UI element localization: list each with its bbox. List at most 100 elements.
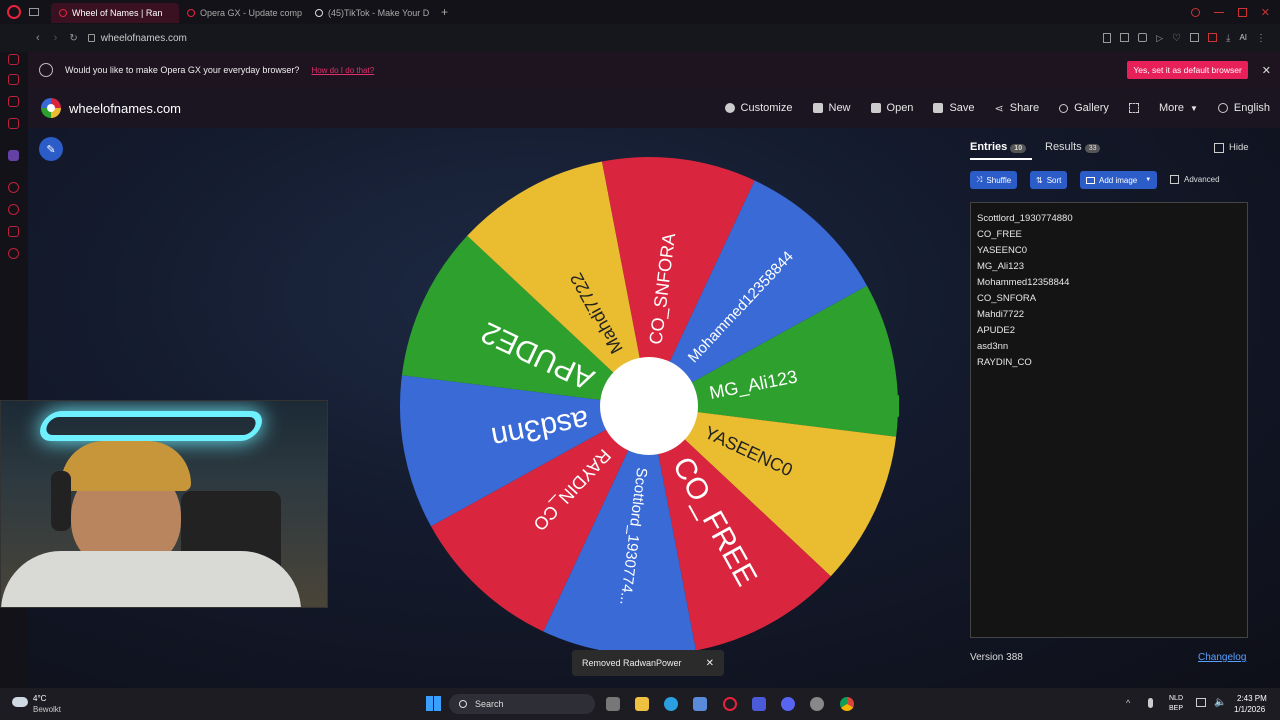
shield-icon[interactable] xyxy=(1138,32,1148,42)
forward-icon[interactable]: › xyxy=(54,32,58,44)
clock-date: 1/1/2026 xyxy=(1234,705,1266,714)
settings-icon[interactable] xyxy=(8,248,19,259)
search-tabs-icon[interactable] xyxy=(1190,7,1200,17)
snapshot-icon[interactable] xyxy=(1120,32,1130,42)
shuffle-icon: ⤨ xyxy=(976,175,983,184)
how-to-link[interactable]: How do I do that? xyxy=(311,66,374,75)
tab-label: Opera GX - Update comp xyxy=(200,8,303,18)
tab-wheel-of-names[interactable]: Wheel of Names | Ran xyxy=(51,3,179,23)
tray-chevron-icon[interactable]: ^ xyxy=(1126,698,1130,708)
file-explorer-icon[interactable] xyxy=(635,697,649,711)
chrome-icon[interactable] xyxy=(840,697,854,711)
gx-corner-icon[interactable] xyxy=(8,74,19,85)
open-button[interactable]: Open xyxy=(870,102,914,114)
fullscreen-icon xyxy=(1128,103,1139,113)
network-icon[interactable] xyxy=(1196,698,1206,707)
bag-icon[interactable] xyxy=(1208,32,1218,42)
opera-logo-icon[interactable] xyxy=(7,5,21,19)
nav-label: Open xyxy=(886,102,914,114)
extensions-icon[interactable] xyxy=(8,226,19,237)
weather-temp[interactable]: 4°C xyxy=(33,694,46,703)
nav-label: New xyxy=(828,102,851,114)
tab-tiktok[interactable]: (45)TikTok - Make Your D xyxy=(307,3,435,23)
advanced-checkbox[interactable] xyxy=(1170,175,1179,184)
entry-line: asd3nn xyxy=(977,341,1009,352)
person-cap xyxy=(61,441,191,491)
chevron-down-icon: ▼ xyxy=(1190,103,1198,113)
twitch-icon[interactable] xyxy=(8,150,19,161)
sort-icon: ⇅ xyxy=(1036,175,1043,185)
entries-tab[interactable]: Entries 10 xyxy=(970,141,1027,153)
store-icon[interactable] xyxy=(693,697,707,711)
gallery-button[interactable]: Gallery xyxy=(1059,102,1109,114)
taskbar-search[interactable]: Search xyxy=(449,694,595,714)
task-view-icon[interactable] xyxy=(606,697,620,711)
set-default-button[interactable]: Yes, set it as default browser xyxy=(1127,61,1248,79)
menu-icon[interactable]: ⋮ xyxy=(1256,33,1266,44)
new-tab-plus-icon[interactable]: + xyxy=(441,5,448,19)
results-tab[interactable]: Results 33 xyxy=(1045,141,1101,153)
site-logo-text[interactable]: wheelofnames.com xyxy=(69,101,181,116)
nav-label: Customize xyxy=(740,102,793,114)
more-button[interactable]: More ▼ xyxy=(1159,102,1198,114)
save-button[interactable]: Save xyxy=(933,102,975,114)
entry-line: CO_SNFORA xyxy=(977,293,1037,304)
discord-icon[interactable] xyxy=(781,697,795,711)
player-icon[interactable] xyxy=(8,96,19,107)
url-field[interactable]: wheelofnames.com xyxy=(101,33,187,44)
add-image-button[interactable]: Add image ▼ xyxy=(1080,171,1158,189)
wheel-svg[interactable]: MG_Ali123YASEENC0CO_FREEScottlord_193077… xyxy=(390,148,910,668)
app-icon[interactable] xyxy=(752,697,766,711)
opera-gx-icon[interactable] xyxy=(723,697,737,711)
advanced-toggle[interactable]: Advanced xyxy=(1170,175,1220,184)
entry-line: Scottlord_1930774880 xyxy=(977,213,1073,224)
clock-icon[interactable] xyxy=(8,204,19,215)
workspace-icon[interactable] xyxy=(29,8,39,16)
minimize-icon[interactable] xyxy=(1213,11,1224,13)
close-window-icon[interactable]: ✕ xyxy=(1261,6,1270,19)
wallet-icon[interactable] xyxy=(1190,32,1200,42)
download-icon[interactable]: ⤓ xyxy=(1226,33,1230,44)
hide-toggle[interactable]: Hide xyxy=(1214,142,1249,153)
weather-icon[interactable] xyxy=(12,697,28,707)
history-icon[interactable] xyxy=(8,182,19,193)
share-icon: ⋖ xyxy=(994,102,1004,115)
play-icon[interactable]: ▷ xyxy=(1156,33,1163,44)
heart-icon[interactable]: ♡ xyxy=(1172,33,1181,44)
search-icon xyxy=(1059,103,1069,113)
wheel-center[interactable] xyxy=(600,357,698,455)
close-notification-icon[interactable]: ✕ xyxy=(1262,64,1271,77)
lang-1[interactable]: NLD xyxy=(1169,695,1183,702)
microphone-icon[interactable] xyxy=(1148,698,1153,708)
person-shirt xyxy=(1,551,301,607)
tab-opera-gx[interactable]: Opera GX - Update comp xyxy=(179,3,307,23)
toast-close-icon[interactable]: ✕ xyxy=(706,658,714,669)
add-image-label: Add image xyxy=(1099,175,1138,185)
language-button[interactable]: English xyxy=(1217,102,1270,114)
back-icon[interactable]: ‹ xyxy=(36,32,40,44)
gx-control-icon[interactable] xyxy=(8,54,19,65)
entry-line: Mahdi7722 xyxy=(977,309,1025,320)
maximize-icon[interactable] xyxy=(1237,7,1247,17)
volume-icon[interactable]: 🔈 xyxy=(1214,697,1226,708)
sort-button[interactable]: ⇅ Sort xyxy=(1030,171,1068,189)
clock-time[interactable]: 2:43 PM xyxy=(1237,694,1267,703)
fullscreen-button[interactable] xyxy=(1128,103,1139,113)
messenger-icon[interactable] xyxy=(8,118,19,129)
reload-icon[interactable]: ↻ xyxy=(69,33,77,44)
changelog-link[interactable]: Changelog xyxy=(1198,652,1246,663)
edge-icon[interactable] xyxy=(664,697,678,711)
new-button[interactable]: New xyxy=(812,102,851,114)
hide-checkbox[interactable] xyxy=(1214,142,1224,153)
entries-textarea[interactable]: Scottlord_1930774880 CO_FREE YASEENC0 MG_Al… xyxy=(970,202,1248,638)
settings-icon[interactable] xyxy=(810,697,824,711)
chevron-down-icon: ▼ xyxy=(1145,177,1152,183)
ai-icon[interactable]: AI xyxy=(1239,33,1247,44)
customize-button[interactable]: Customize xyxy=(724,102,793,114)
edit-button[interactable]: ✎ xyxy=(39,137,63,161)
shuffle-button[interactable]: ⤨ Shuffle xyxy=(970,171,1018,189)
site-logo-icon[interactable] xyxy=(41,98,61,118)
bookmark-icon[interactable] xyxy=(1103,32,1112,43)
start-icon[interactable] xyxy=(426,696,441,711)
share-button[interactable]: ⋖ Share xyxy=(995,102,1040,115)
